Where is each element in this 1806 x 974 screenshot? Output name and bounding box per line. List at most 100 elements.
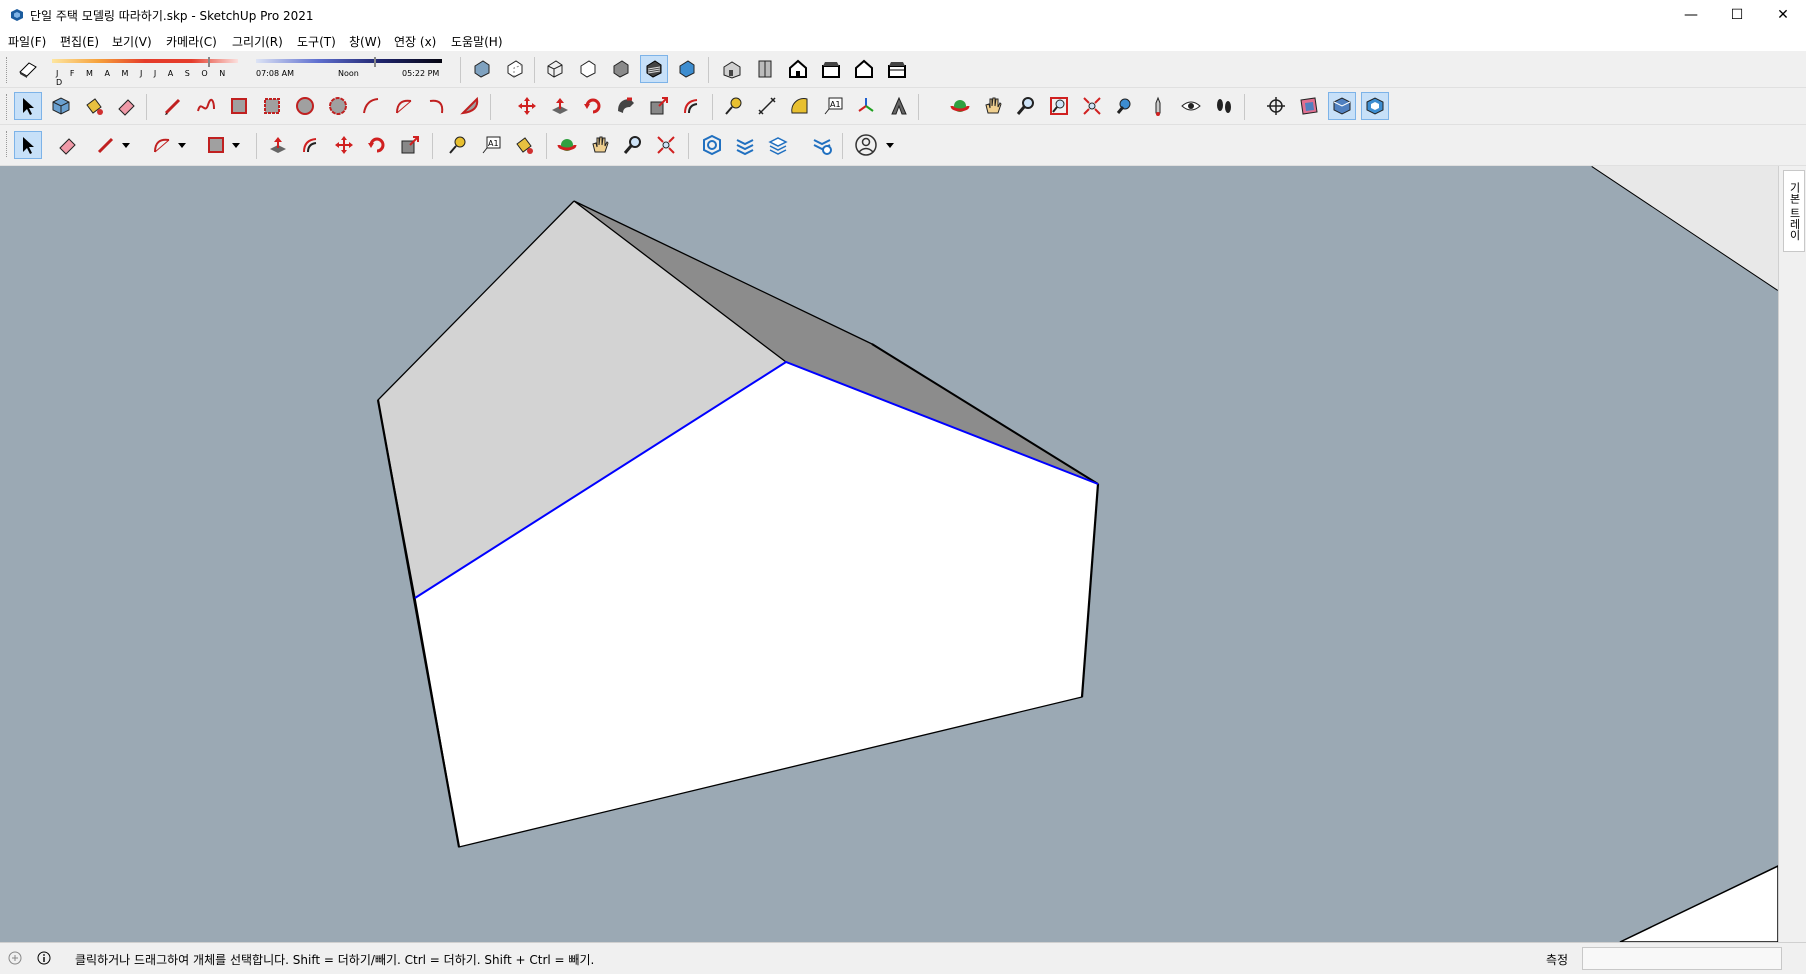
- tape-measure-icon[interactable]: [444, 131, 472, 159]
- pie-icon[interactable]: [456, 92, 484, 120]
- zoom-icon[interactable]: [619, 131, 647, 159]
- shadow-toggle-icon[interactable]: [14, 55, 42, 83]
- chevron-down-icon[interactable]: [228, 131, 244, 159]
- select-icon[interactable]: [14, 131, 42, 159]
- back-edges-icon[interactable]: [501, 55, 529, 83]
- look-around-icon[interactable]: [1177, 92, 1205, 120]
- text-icon[interactable]: A1: [477, 131, 505, 159]
- toolbar-grip[interactable]: [6, 57, 10, 83]
- offset-icon[interactable]: [297, 131, 325, 159]
- push-pull-icon[interactable]: [546, 92, 574, 120]
- zoom-extents-icon[interactable]: [1078, 92, 1106, 120]
- move-icon[interactable]: [513, 92, 541, 120]
- dimension-icon[interactable]: [753, 92, 781, 120]
- menu-camera[interactable]: 카메라(C): [166, 33, 217, 50]
- shapes-icon[interactable]: [202, 131, 230, 159]
- account-icon[interactable]: [852, 131, 880, 159]
- 3d-warehouse-icon[interactable]: [698, 131, 726, 159]
- display-section-planes-icon[interactable]: [1295, 92, 1323, 120]
- xray-icon[interactable]: [468, 55, 496, 83]
- 3d-text-icon[interactable]: [885, 92, 913, 120]
- monochrome-icon[interactable]: [673, 55, 701, 83]
- polygon-icon[interactable]: [324, 92, 352, 120]
- top-view-icon[interactable]: [751, 55, 779, 83]
- measurements-input[interactable]: [1582, 947, 1782, 970]
- chevron-down-icon[interactable]: [882, 131, 898, 159]
- display-section-fill-icon[interactable]: [1361, 92, 1389, 120]
- offset-icon[interactable]: [678, 92, 706, 120]
- time-slider[interactable]: 07:08 AM Noon 05:22 PM: [256, 57, 446, 83]
- pan-icon[interactable]: [586, 131, 614, 159]
- section-plane-icon[interactable]: [1262, 92, 1290, 120]
- shaded-icon[interactable]: [607, 55, 635, 83]
- move-icon[interactable]: [330, 131, 358, 159]
- month-slider[interactable]: J F M A M J J A S O N D: [52, 57, 240, 87]
- zoom-window-icon[interactable]: [1045, 92, 1073, 120]
- tape-measure-icon[interactable]: [720, 92, 748, 120]
- previous-view-icon[interactable]: [1111, 92, 1139, 120]
- eraser-icon[interactable]: [113, 92, 141, 120]
- model-canvas[interactable]: [0, 166, 1778, 942]
- zoom-icon[interactable]: [1012, 92, 1040, 120]
- three-point-arc-icon[interactable]: [423, 92, 451, 120]
- zoom-extents-icon[interactable]: [652, 131, 680, 159]
- chevron-down-icon[interactable]: [174, 131, 190, 159]
- arc-icon[interactable]: [357, 92, 385, 120]
- position-camera-icon[interactable]: [1144, 92, 1172, 120]
- freehand-icon[interactable]: [192, 92, 220, 120]
- close-button[interactable]: ✕: [1760, 0, 1806, 30]
- push-pull-icon[interactable]: [264, 131, 292, 159]
- scale-icon[interactable]: [645, 92, 673, 120]
- menu-extensions[interactable]: 연장 (x): [394, 33, 436, 50]
- back-view-icon[interactable]: [850, 55, 878, 83]
- menu-draw[interactable]: 그리기(R): [232, 33, 283, 50]
- layout-icon[interactable]: [764, 131, 792, 159]
- protractor-icon[interactable]: [786, 92, 814, 120]
- eraser-icon[interactable]: [54, 131, 82, 159]
- shaded-textures-icon[interactable]: [640, 55, 668, 83]
- info-icon[interactable]: [37, 951, 51, 965]
- iso-view-icon[interactable]: [718, 55, 746, 83]
- line-icon[interactable]: [159, 92, 187, 120]
- walk-icon[interactable]: [1210, 92, 1238, 120]
- extension-manager-icon[interactable]: [808, 131, 836, 159]
- default-tray-tab[interactable]: 기본 트레이: [1783, 170, 1805, 252]
- rotate-icon[interactable]: [579, 92, 607, 120]
- text-icon[interactable]: A1: [819, 92, 847, 120]
- minimize-button[interactable]: —: [1668, 0, 1714, 30]
- chevron-down-icon[interactable]: [118, 131, 134, 159]
- axes-icon[interactable]: [852, 92, 880, 120]
- left-view-icon[interactable]: [883, 55, 911, 83]
- select-icon[interactable]: [14, 92, 42, 120]
- arc-icon[interactable]: [148, 131, 176, 159]
- hidden-line-icon[interactable]: [574, 55, 602, 83]
- rotated-rectangle-icon[interactable]: [258, 92, 286, 120]
- display-section-cuts-icon[interactable]: [1328, 92, 1356, 120]
- orbit-icon[interactable]: [553, 131, 581, 159]
- rotate-icon[interactable]: [363, 131, 391, 159]
- component-icon[interactable]: [47, 92, 75, 120]
- menu-window[interactable]: 창(W): [349, 33, 381, 50]
- pan-icon[interactable]: [979, 92, 1007, 120]
- menu-edit[interactable]: 편집(E): [60, 33, 99, 50]
- right-view-icon[interactable]: [817, 55, 845, 83]
- orbit-icon[interactable]: [946, 92, 974, 120]
- follow-me-icon[interactable]: [612, 92, 640, 120]
- circle-icon[interactable]: [291, 92, 319, 120]
- paint-bucket-icon[interactable]: [80, 92, 108, 120]
- menu-view[interactable]: 보기(V): [112, 33, 152, 50]
- scale-icon[interactable]: [396, 131, 424, 159]
- geo-location-icon[interactable]: [8, 951, 22, 965]
- menu-file[interactable]: 파일(F): [8, 33, 46, 50]
- two-point-arc-icon[interactable]: [390, 92, 418, 120]
- line-icon[interactable]: [92, 131, 120, 159]
- front-view-icon[interactable]: [784, 55, 812, 83]
- menu-help[interactable]: 도움말(H): [451, 33, 503, 50]
- modeling-viewport[interactable]: [0, 166, 1778, 942]
- toolbar-grip[interactable]: [6, 94, 10, 120]
- toolbar-grip[interactable]: [6, 131, 10, 157]
- extension-warehouse-icon[interactable]: [731, 131, 759, 159]
- rectangle-icon[interactable]: [225, 92, 253, 120]
- paint-bucket-icon[interactable]: [510, 131, 538, 159]
- maximize-button[interactable]: ☐: [1714, 0, 1760, 30]
